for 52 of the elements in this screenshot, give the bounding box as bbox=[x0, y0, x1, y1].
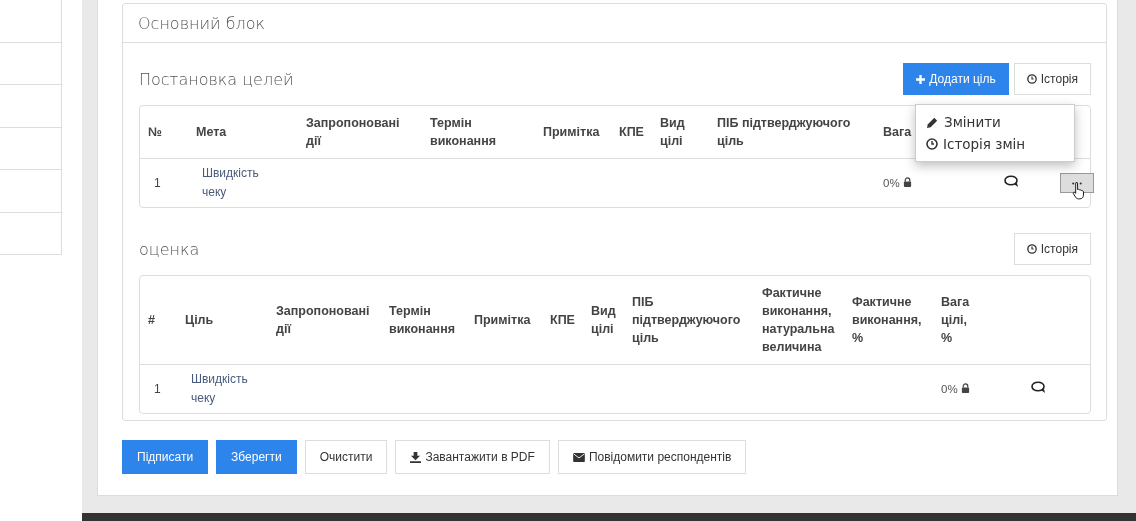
card-title: Основний блок bbox=[138, 13, 265, 33]
comment-icon[interactable] bbox=[1004, 175, 1020, 188]
column-header: Вага bbox=[883, 125, 912, 139]
column-header: Запропоновані дії bbox=[276, 304, 370, 336]
column-header: Термін виконання bbox=[389, 304, 455, 336]
column-header: Запропоновані дії bbox=[306, 116, 400, 148]
clock-icon bbox=[926, 138, 938, 150]
notify-button[interactable]: Повідомити респондентів bbox=[557, 440, 747, 474]
column-header: КПЕ bbox=[550, 313, 575, 327]
action-button[interactable]: Зберегти bbox=[216, 440, 297, 474]
history-button[interactable]: Історія bbox=[1013, 63, 1091, 95]
lock-icon bbox=[902, 177, 912, 187]
column-header: Вид цілі bbox=[591, 304, 616, 336]
section-title: Постановка целей bbox=[139, 69, 294, 89]
clear-button[interactable]: Очистити bbox=[304, 440, 388, 474]
more-button[interactable] bbox=[1060, 173, 1094, 193]
column-header: ПІБ підтверджуючого ціль bbox=[632, 295, 741, 345]
goal-link[interactable]: Швидкість чеку bbox=[191, 370, 257, 408]
hand-cursor-icon bbox=[1072, 181, 1086, 200]
column-header: Ціль bbox=[185, 313, 214, 327]
envelope-icon bbox=[572, 452, 585, 462]
column-header: КПЕ bbox=[619, 125, 644, 139]
column-header: # bbox=[148, 313, 155, 327]
column-header: Фактичне виконання, натуральна величина bbox=[762, 286, 835, 354]
clock-icon bbox=[1026, 74, 1037, 84]
action-button[interactable]: Підписати bbox=[122, 440, 209, 474]
pencil-icon bbox=[926, 115, 939, 129]
lock-icon bbox=[960, 383, 970, 393]
column-header: Термін виконання bbox=[430, 116, 496, 148]
column-header: Примітка bbox=[474, 313, 531, 327]
column-header: Мета bbox=[196, 125, 227, 139]
column-header: Вид цілі bbox=[660, 116, 685, 148]
column-header: № bbox=[148, 125, 162, 139]
weight-value: 0% bbox=[883, 177, 900, 189]
history-button[interactable]: Історія bbox=[1013, 233, 1091, 265]
goal-link[interactable]: Швидкість чеку bbox=[202, 164, 268, 202]
comment-icon[interactable] bbox=[1030, 381, 1047, 394]
download-icon bbox=[410, 451, 422, 463]
column-header: Примітка bbox=[543, 125, 600, 139]
table-cell: 1 bbox=[154, 382, 161, 396]
table-cell: 1 bbox=[154, 176, 161, 190]
column-header: Вага цілі, % bbox=[941, 295, 970, 345]
menu-item[interactable]: Змінити bbox=[916, 111, 1074, 133]
menu-item[interactable]: Історія змін bbox=[916, 133, 1074, 155]
clock-icon bbox=[1026, 244, 1037, 254]
section-title: оценка bbox=[139, 239, 200, 259]
plus-icon bbox=[916, 74, 926, 84]
add-goal-button[interactable]: Додати ціль bbox=[903, 63, 1009, 95]
weight-value: 0% bbox=[941, 383, 958, 395]
pdf-download-button[interactable]: Завантажити в PDF bbox=[395, 440, 550, 474]
column-header: ПІБ підтверджуючого ціль bbox=[717, 116, 851, 148]
column-header: Фактичне виконання, % bbox=[852, 295, 922, 345]
